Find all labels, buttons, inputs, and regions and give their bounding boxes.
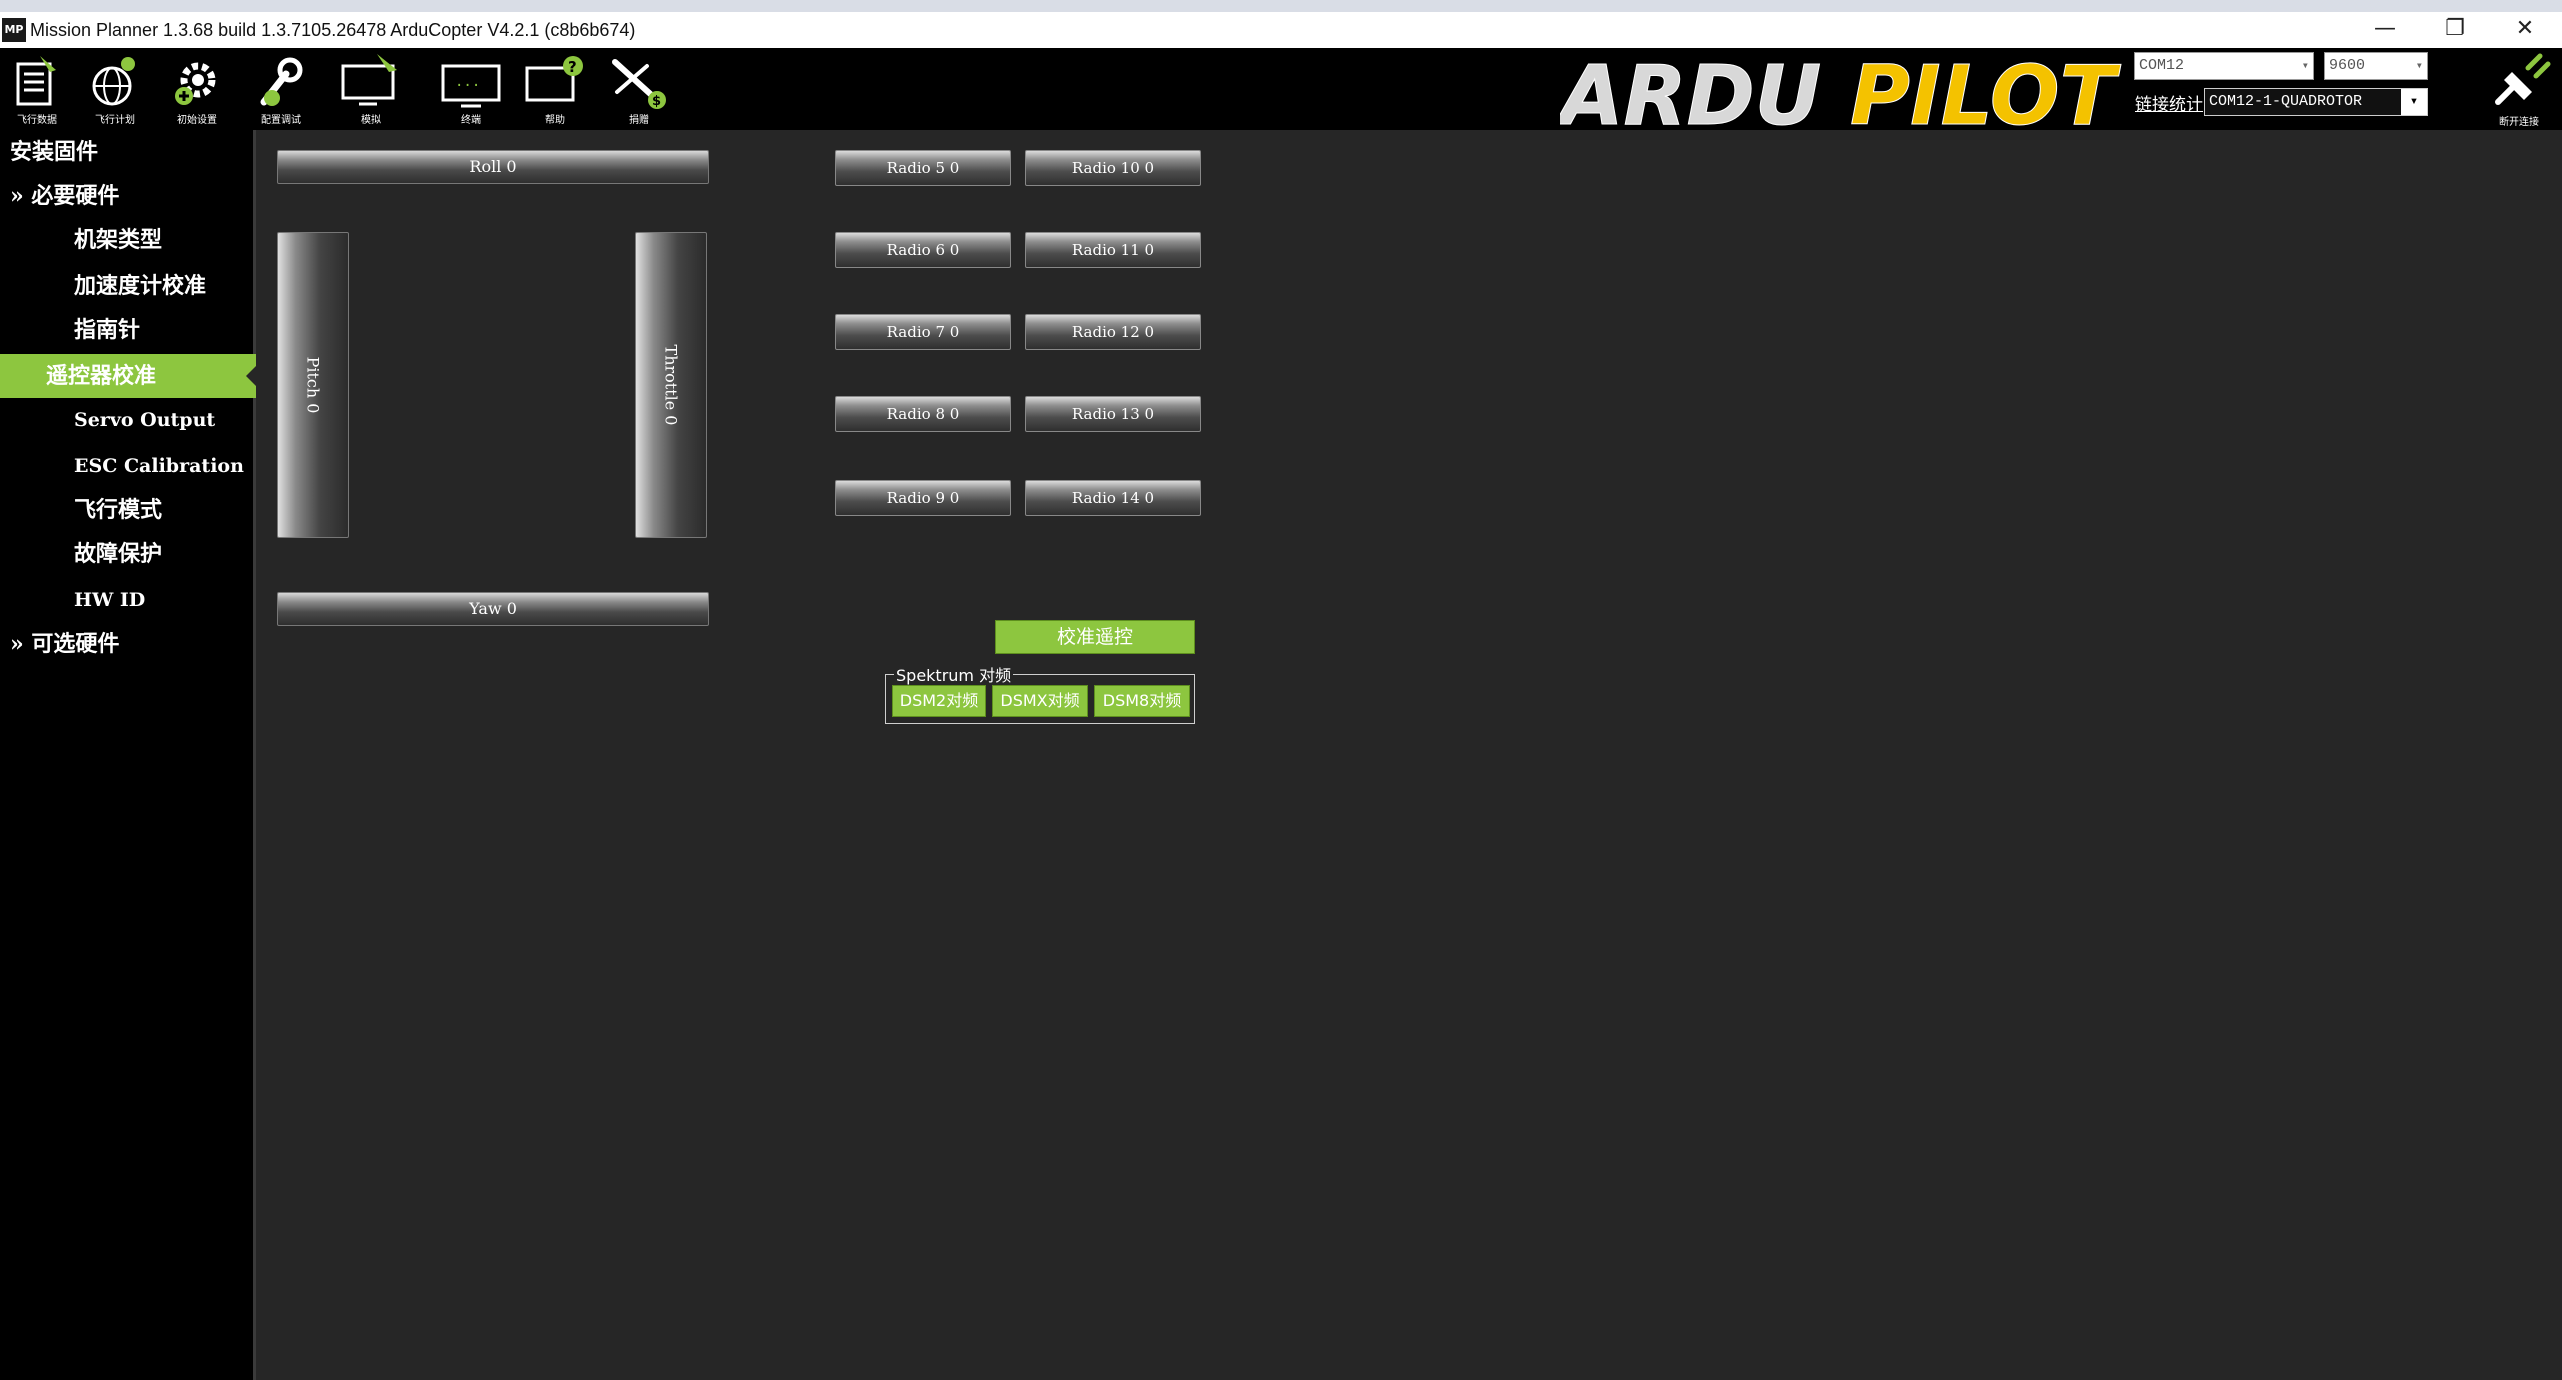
wrench-icon bbox=[260, 57, 303, 106]
flight-data-icon bbox=[16, 56, 56, 106]
svg-text:$: $ bbox=[652, 94, 661, 109]
app-icon: MP bbox=[2, 18, 26, 42]
help-icon: ? bbox=[525, 56, 583, 102]
sidebar-item-radio-calibration[interactable]: 遥控器校准 bbox=[0, 354, 257, 398]
toolbar-help[interactable]: ? 帮助 bbox=[520, 50, 590, 128]
toolbar-label: 帮助 bbox=[545, 115, 565, 126]
throttle-label: Throttle 0 bbox=[661, 344, 681, 426]
radio-11-bar: Radio 11 0 bbox=[1025, 232, 1201, 268]
toolbar-label: 飞行数据 bbox=[17, 115, 57, 126]
chevron-down-icon: ▾ bbox=[2301, 59, 2309, 73]
vehicle-select[interactable]: COM12-1-QUADROTOR ▾ bbox=[2204, 88, 2428, 116]
yaw-bar: Yaw 0 bbox=[277, 592, 709, 626]
toolbar-terminal[interactable]: ... 终端 bbox=[436, 50, 506, 128]
toolbar-label: 捐赠 bbox=[629, 115, 649, 126]
pitch-bar: Pitch 0 bbox=[277, 232, 349, 538]
svg-text:...: ... bbox=[455, 74, 480, 90]
logo-text-pilot: PILOT bbox=[1850, 49, 2122, 130]
port-value: COM12 bbox=[2139, 57, 2185, 74]
svg-text:?: ? bbox=[568, 58, 577, 76]
sidebar-item-hw-id[interactable]: HW ID bbox=[0, 578, 256, 622]
chevron-down-icon: ▾ bbox=[2415, 59, 2423, 73]
toolbar-label: 飞行计划 bbox=[95, 115, 135, 126]
roll-bar: Roll 0 bbox=[277, 150, 709, 184]
sidebar-item-servo-output[interactable]: Servo Output bbox=[0, 398, 256, 442]
sidebar-item-compass[interactable]: 指南针 bbox=[0, 308, 256, 352]
plug-icon bbox=[2495, 53, 2551, 105]
sidebar-item-esc-calibration[interactable]: ESC Calibration bbox=[0, 444, 256, 488]
gear-icon bbox=[175, 62, 216, 105]
disconnect-button[interactable]: 断开连接 bbox=[2476, 50, 2562, 130]
toolbar-label: 模拟 bbox=[361, 115, 381, 126]
main-toolbar: 飞行数据 飞行计划 初始设置 配置调试 模拟 ... 终端 ? 帮助 $ 捐赠 … bbox=[0, 48, 2562, 145]
spektrum-bind-group: Spektrum 对频 DSM2对频 DSMX对频 DSM8对频 bbox=[885, 662, 1195, 724]
radio-calibration-panel: Roll 0 Pitch 0 Throttle 0 Yaw 0 Radio 5 … bbox=[259, 130, 2562, 1380]
toolbar-label: 初始设置 bbox=[177, 115, 217, 126]
dsm8-bind-button[interactable]: DSM8对频 bbox=[1094, 685, 1190, 717]
radio-14-bar: Radio 14 0 bbox=[1025, 480, 1201, 516]
sidebar-item-label: 可选硬件 bbox=[31, 631, 120, 657]
sidebar-item-install-firmware[interactable]: 安装固件 bbox=[0, 130, 256, 174]
pitch-label: Pitch 0 bbox=[303, 356, 323, 414]
close-button[interactable]: ✕ bbox=[2490, 12, 2560, 48]
chevron-down-icon: ▾ bbox=[2401, 89, 2427, 115]
terminal-icon: ... bbox=[441, 64, 501, 108]
toolbar-flight-plan[interactable]: 飞行计划 bbox=[80, 50, 150, 128]
toolbar-label: 配置调试 bbox=[261, 115, 301, 126]
toolbar-label: 终端 bbox=[461, 115, 481, 126]
plane-donate-icon: $ bbox=[612, 59, 666, 109]
toolbar-initial-setup[interactable]: 初始设置 bbox=[162, 50, 232, 128]
toolbar-config-tuning[interactable]: 配置调试 bbox=[246, 50, 316, 128]
dsm2-bind-button[interactable]: DSM2对频 bbox=[892, 685, 986, 717]
baud-value: 9600 bbox=[2329, 57, 2366, 74]
window-titlebar: MP Mission Planner 1.3.68 build 1.3.7105… bbox=[0, 0, 2562, 48]
radio-7-bar: Radio 7 0 bbox=[835, 314, 1011, 350]
sidebar-item-flight-modes[interactable]: 飞行模式 bbox=[0, 488, 256, 532]
radio-9-bar: Radio 9 0 bbox=[835, 480, 1011, 516]
dsmx-bind-button[interactable]: DSMX对频 bbox=[992, 685, 1088, 717]
link-stats-link[interactable]: 链接统计 bbox=[2135, 90, 2203, 115]
sidebar-item-failsafe[interactable]: 故障保护 bbox=[0, 532, 256, 576]
radio-5-bar: Radio 5 0 bbox=[835, 150, 1011, 186]
restore-button[interactable]: ❐ bbox=[2420, 12, 2490, 48]
vehicle-value: COM12-1-QUADROTOR bbox=[2209, 93, 2363, 110]
ardupilot-logo: ARDU PILOT bbox=[1554, 48, 2130, 145]
radio-10-bar: Radio 10 0 bbox=[1025, 150, 1201, 186]
sidebar-item-accel-calibration[interactable]: 加速度计校准 bbox=[0, 264, 256, 308]
sidebar-item-frame-type[interactable]: 机架类型 bbox=[0, 218, 256, 262]
disconnect-label: 断开连接 bbox=[2499, 117, 2539, 128]
globe-icon bbox=[92, 57, 135, 106]
radio-13-bar: Radio 13 0 bbox=[1025, 396, 1201, 432]
sidebar-item-optional-hardware[interactable]: » 可选硬件 bbox=[0, 622, 256, 666]
monitor-icon bbox=[341, 54, 397, 106]
radio-8-bar: Radio 8 0 bbox=[835, 396, 1011, 432]
setup-sidebar: 安装固件 » 必要硬件 机架类型 加速度计校准 指南针 遥控器校准 Servo … bbox=[0, 130, 257, 1380]
expand-icon: » bbox=[10, 631, 24, 657]
toolbar-simulation[interactable]: 模拟 bbox=[336, 50, 406, 128]
logo-text-ardu: ARDU bbox=[1560, 49, 1821, 130]
window-title: Mission Planner 1.3.68 build 1.3.7105.26… bbox=[30, 20, 636, 40]
radio-6-bar: Radio 6 0 bbox=[835, 232, 1011, 268]
toolbar-donate[interactable]: $ 捐赠 bbox=[604, 50, 674, 128]
sidebar-item-label: 必要硬件 bbox=[31, 183, 120, 209]
baud-select[interactable]: 9600 ▾ bbox=[2324, 52, 2428, 80]
sidebar-item-mandatory-hardware[interactable]: » 必要硬件 bbox=[0, 174, 256, 218]
radio-12-bar: Radio 12 0 bbox=[1025, 314, 1201, 350]
toolbar-flight-data[interactable]: 飞行数据 bbox=[2, 50, 72, 128]
calibrate-radio-button[interactable]: 校准遥控 bbox=[995, 620, 1195, 654]
throttle-bar: Throttle 0 bbox=[635, 232, 707, 538]
expand-icon: » bbox=[10, 183, 24, 209]
minimize-button[interactable]: — bbox=[2350, 12, 2420, 48]
port-select[interactable]: COM12 ▾ bbox=[2134, 52, 2314, 80]
spektrum-legend: Spektrum 对频 bbox=[894, 662, 1014, 686]
